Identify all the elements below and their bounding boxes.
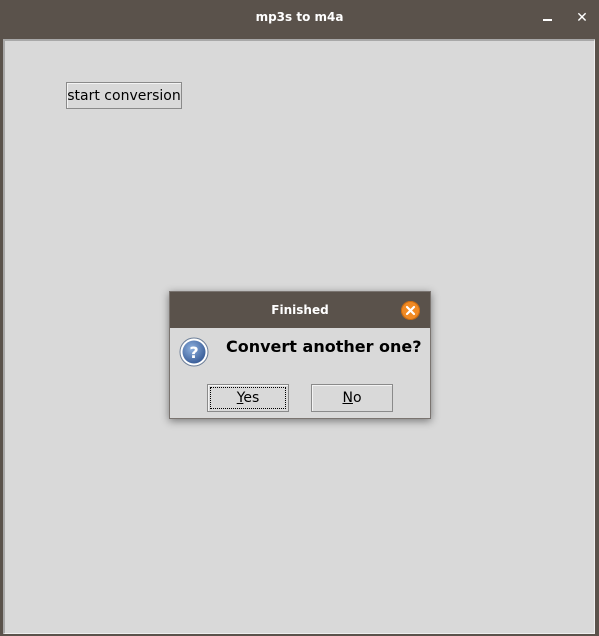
svg-text:?: ?	[189, 343, 198, 362]
dialog-titlebar: Finished	[170, 292, 430, 328]
close-icon[interactable]: ✕	[572, 8, 592, 28]
finished-dialog: Finished ? Convert another one? Yes No	[169, 291, 431, 419]
window-titlebar: mp3s to m4a ✕	[0, 0, 599, 36]
yes-button[interactable]: Yes	[207, 384, 289, 412]
no-mnemonic: N	[342, 390, 353, 406]
close-icon[interactable]	[401, 301, 420, 320]
question-icon: ?	[179, 337, 209, 367]
dialog-title: Finished	[271, 303, 329, 317]
minimize-icon[interactable]	[538, 8, 558, 28]
start-conversion-button[interactable]: start conversion	[66, 82, 182, 109]
focus-ring	[210, 387, 286, 409]
no-label: o	[352, 390, 362, 406]
window-title: mp3s to m4a	[255, 10, 344, 24]
dialog-message: Convert another one?	[226, 337, 422, 356]
no-button[interactable]: No	[311, 384, 393, 412]
